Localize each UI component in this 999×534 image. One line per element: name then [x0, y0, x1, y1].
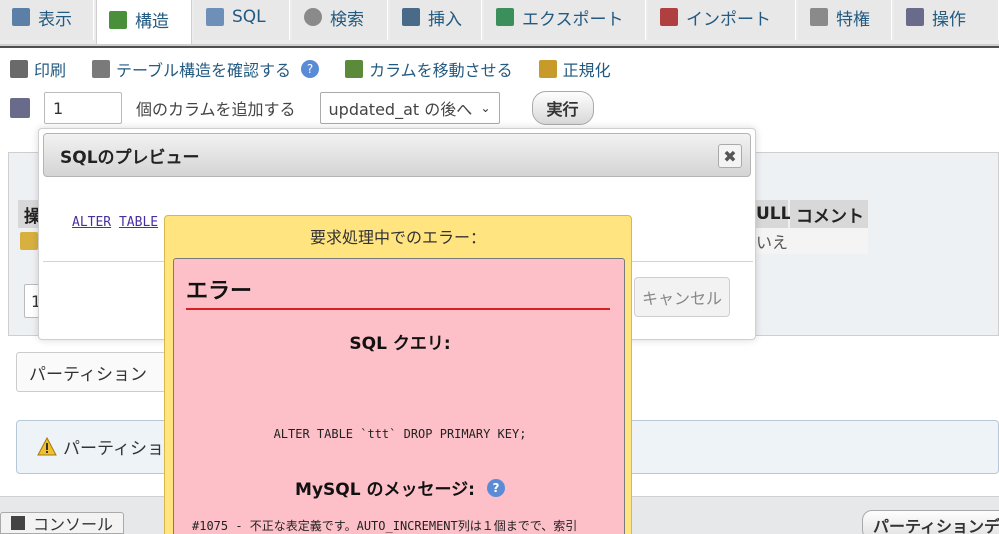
error-popup: 要求処理中でのエラー： エラー SQL クエリ: ALTER TABLE `tt… [164, 215, 632, 534]
tab-underline [0, 46, 999, 48]
partition-notice-text: パーティショ [63, 439, 164, 459]
tab-structure[interactable]: 構造 [96, 0, 192, 44]
move-columns-link[interactable]: カラムを移動させる [345, 57, 513, 81]
table-header-null: ULL [756, 200, 791, 228]
print-label: 印刷 [34, 61, 67, 80]
table-cell-null-value: いえ [756, 228, 868, 254]
column-count-input[interactable]: 1 [44, 92, 122, 124]
tab-label: インポート [686, 9, 771, 30]
move-columns-label: カラムを移動させる [369, 61, 513, 80]
sql-query-text: ALTER TABLE `ttt` DROP PRIMARY KEY; [273, 427, 527, 441]
console-label: コンソール [33, 515, 114, 534]
add-column-icon [10, 98, 30, 118]
console-icon [11, 516, 25, 530]
tab-export[interactable]: エクスポート [484, 0, 646, 40]
print-icon [10, 60, 28, 78]
tab-label: エクスポート [522, 9, 624, 30]
partition-title-text: パーティション [29, 364, 147, 385]
mysql-message-heading: MySQL のメッセージ: [295, 480, 475, 500]
sql-keyword-table[interactable]: TABLE [119, 215, 158, 230]
table-structure-icon [92, 60, 111, 78]
column-position-select[interactable]: updated_at の後へ ⌄ [319, 92, 500, 124]
tab-browse[interactable]: 表示 [0, 0, 94, 40]
error-box: エラー SQL クエリ: ALTER TABLE `ttt` DROP PRIM… [173, 258, 625, 534]
structure-actions: 印刷 テーブル構造を確認する ? カラムを移動させる 正規化 [10, 56, 637, 82]
add-columns-row: 1 個のカラムを追加する updated_at の後へ ⌄ 実行 [10, 90, 594, 126]
table-header-comment: コメント [790, 200, 868, 228]
tab-insert[interactable]: 挿入 [390, 0, 482, 40]
export-icon [496, 8, 514, 26]
propose-structure-link[interactable]: テーブル構造を確認する ? [92, 57, 320, 81]
normalize-link[interactable]: 正規化 [538, 57, 611, 81]
chevron-down-icon: ⌄ [480, 101, 491, 115]
print-link[interactable]: 印刷 [10, 57, 66, 81]
tab-label: SQL [232, 7, 266, 27]
sql-icon [206, 8, 224, 26]
normalize-icon [538, 60, 557, 78]
warning-icon [37, 437, 57, 456]
tab-sql[interactable]: SQL [194, 0, 290, 40]
tab-search[interactable]: 検索 [292, 0, 388, 40]
propose-structure-label: テーブル構造を確認する [116, 61, 292, 80]
error-popup-header: 要求処理中でのエラー： [309, 228, 486, 247]
dialog-title: SQLのプレビュー [60, 147, 200, 168]
privileges-icon [810, 8, 828, 26]
edit-pencil-icon[interactable] [20, 232, 38, 250]
import-icon [660, 8, 678, 26]
structure-icon [109, 10, 127, 29]
partition-section-title: パーティション [16, 352, 166, 392]
column-position-value: updated_at の後へ [328, 100, 473, 119]
tab-label: 検索 [330, 9, 364, 30]
insert-icon [402, 8, 420, 26]
tab-label: 特権 [836, 9, 870, 30]
tab-operations[interactable]: 操作 [894, 0, 999, 40]
cancel-button[interactable]: キャンセル [634, 277, 730, 317]
console-toggle[interactable]: コンソール [0, 512, 124, 534]
close-icon[interactable]: ✖ [718, 144, 742, 168]
normalize-label: 正規化 [562, 61, 611, 80]
tab-label: 構造 [135, 12, 169, 32]
move-columns-icon [345, 60, 364, 78]
tab-label: 挿入 [428, 9, 462, 30]
sql-query-heading: SQL クエリ: [349, 334, 451, 354]
error-divider [186, 308, 610, 310]
dialog-title-bar: SQLのプレビュー ✖ [43, 133, 751, 177]
wrench-icon [906, 8, 924, 26]
table-icon [12, 8, 30, 26]
partition-button[interactable]: パーティションデ [862, 510, 999, 534]
mysql-message-text: #1075 - 不正な表定義です。AUTO_INCREMENT列は１個までで、索… [192, 519, 578, 533]
tab-import[interactable]: インポート [648, 0, 796, 40]
execute-button[interactable]: 実行 [531, 91, 594, 125]
error-title: エラー [186, 279, 253, 304]
sql-keyword-alter[interactable]: ALTER [72, 215, 111, 230]
tab-label: 表示 [38, 9, 72, 30]
help-icon[interactable]: ? [301, 60, 320, 78]
dialog-sql-preview: ALTER TABLE ` [72, 215, 174, 230]
search-icon [304, 8, 322, 26]
help-icon[interactable]: ? [486, 478, 505, 497]
add-columns-label: 個のカラムを追加する [136, 100, 296, 119]
tab-label: 操作 [932, 9, 966, 30]
tab-bar: 表示 構造 SQL 検索 挿入 エクスポート インポート 特権 操作 [0, 0, 999, 46]
tab-privileges[interactable]: 特権 [798, 0, 892, 40]
mysql-message-heading-row: MySQL のメッセージ: ? [174, 475, 626, 500]
